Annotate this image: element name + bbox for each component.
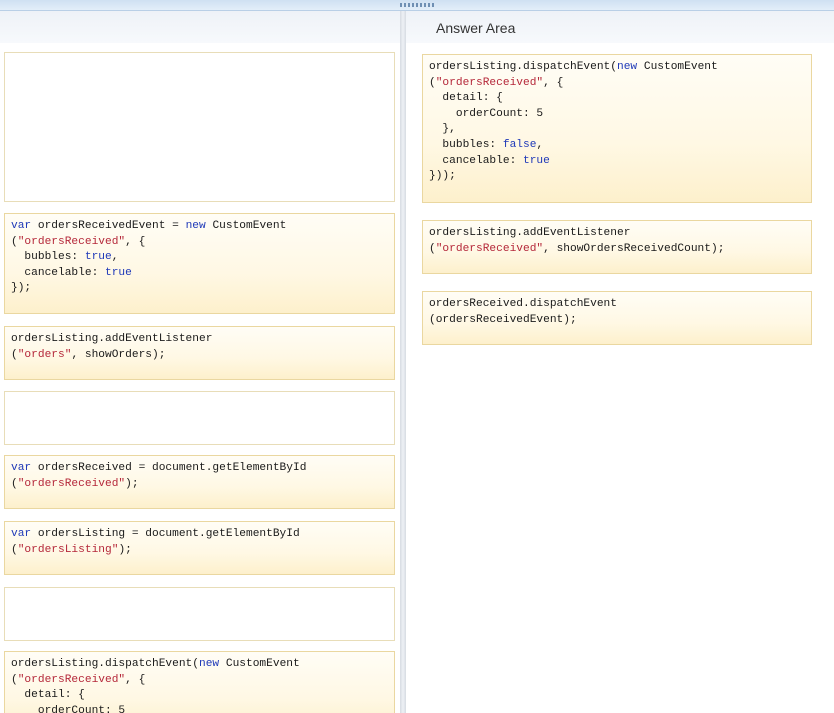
code-token: detail: { xyxy=(429,92,503,105)
code-token: ordersListing.addEventListener xyxy=(11,333,213,345)
empty-source-slot[interactable] xyxy=(4,52,395,202)
code-token: ); xyxy=(118,543,132,556)
answer-area-header: Answer Area xyxy=(406,11,834,43)
code-token: ordersListing.addEventListener xyxy=(429,227,631,239)
answer-block-listen-orders-received[interactable]: ordersListing.addEventListener ("ordersR… xyxy=(422,220,812,274)
resize-grip-icon[interactable] xyxy=(400,3,434,7)
code-string: "orders" xyxy=(17,348,72,361)
code-token: ( xyxy=(11,348,18,361)
code-token: ( xyxy=(11,477,18,490)
code-string: "ordersReceived" xyxy=(435,242,544,255)
empty-source-slot[interactable] xyxy=(4,391,395,445)
source-block-get-orders-received[interactable]: var ordersReceived = document.getElement… xyxy=(4,455,395,509)
code-token: orderCount: 5 xyxy=(429,107,544,120)
source-block-get-orders-listing[interactable]: var ordersListing = document.getElementB… xyxy=(4,521,395,575)
code-keyword: new xyxy=(198,658,220,670)
code-token: bubbles: xyxy=(429,138,503,151)
code-token: ( xyxy=(429,242,436,255)
code-text: var ordersListing = document.getElementB… xyxy=(11,527,388,558)
window-top-bar xyxy=(0,0,834,11)
code-token: cancelable: xyxy=(11,266,105,279)
code-keyword: true xyxy=(84,251,112,264)
code-keyword: true xyxy=(105,266,132,279)
empty-source-slot[interactable] xyxy=(4,587,395,641)
code-text: ordersListing.addEventListener ("ordersR… xyxy=(429,226,805,257)
code-keyword: true xyxy=(523,154,550,167)
answer-area: Answer Area ordersListing.dispatchEvent(… xyxy=(406,11,834,713)
code-string: "ordersListing" xyxy=(17,543,119,556)
source-block-create-event[interactable]: var ordersReceivedEvent = new CustomEven… xyxy=(4,213,395,314)
code-token: , showOrdersReceivedCount); xyxy=(543,242,725,255)
code-keyword: var xyxy=(11,220,32,232)
code-string: "ordersReceived" xyxy=(17,235,126,248)
code-token: }); xyxy=(11,282,32,295)
code-token: CustomEvent xyxy=(219,658,300,670)
code-text: ordersListing.dispatchEvent(new CustomEv… xyxy=(11,657,388,713)
source-block-dispatch-new-event[interactable]: ordersListing.dispatchEvent(new CustomEv… xyxy=(4,651,395,713)
code-token: ordersReceived = document.getElementById xyxy=(31,462,307,474)
code-token: ( xyxy=(429,76,436,89)
answer-block-dispatch-event-var[interactable]: ordersReceived.dispatchEvent (ordersRece… xyxy=(422,291,812,345)
code-keyword: new xyxy=(185,220,206,232)
code-text: ordersListing.dispatchEvent(new CustomEv… xyxy=(429,60,805,185)
code-token: ( xyxy=(11,235,18,248)
code-token: ordersReceived.dispatchEvent xyxy=(429,298,617,310)
code-token: cancelable: xyxy=(429,154,523,167)
code-token: CustomEvent xyxy=(637,61,718,73)
source-block-listen-orders[interactable]: ordersListing.addEventListener ("orders"… xyxy=(4,326,395,380)
code-text: ordersListing.addEventListener ("orders"… xyxy=(11,332,388,363)
code-token: , { xyxy=(125,235,146,248)
code-string: "ordersReceived" xyxy=(17,477,126,490)
code-token: })); xyxy=(429,170,456,183)
source-area-header xyxy=(0,11,400,43)
code-keyword: var xyxy=(11,462,32,474)
answer-area-title: Answer Area xyxy=(436,20,516,36)
code-string: "ordersReceived" xyxy=(17,673,126,686)
code-token: , showOrders); xyxy=(71,348,166,361)
code-token: detail: { xyxy=(11,689,85,702)
code-keyword: new xyxy=(616,61,638,73)
code-token: , { xyxy=(543,76,564,89)
code-token: ordersReceivedEvent = xyxy=(31,220,186,232)
code-token: ); xyxy=(125,477,139,490)
code-token: bubbles: xyxy=(11,251,85,264)
code-token: ( xyxy=(11,543,18,556)
code-token: , xyxy=(536,138,544,151)
code-token: CustomEvent xyxy=(205,220,287,232)
code-token: ordersListing.dispatchEvent( xyxy=(429,61,617,73)
code-keyword: false xyxy=(502,138,537,151)
code-token: ( xyxy=(11,673,18,686)
code-token: ordersListing = document.getElementById xyxy=(31,528,300,540)
code-token: orderCount: 5 xyxy=(11,704,126,713)
code-token: , { xyxy=(125,673,146,686)
code-token: , xyxy=(111,251,119,264)
code-text: var ordersReceived = document.getElement… xyxy=(11,461,388,492)
code-text: ordersReceived.dispatchEvent (ordersRece… xyxy=(429,297,805,328)
source-area: var ordersReceivedEvent = new CustomEven… xyxy=(0,11,400,713)
code-keyword: var xyxy=(11,528,32,540)
code-token: ordersListing.dispatchEvent( xyxy=(11,658,199,670)
code-string: "ordersReceived" xyxy=(435,76,544,89)
code-token: }, xyxy=(429,123,456,136)
answer-block-dispatch-new-event[interactable]: ordersListing.dispatchEvent(new CustomEv… xyxy=(422,54,812,203)
code-token: (ordersReceivedEvent); xyxy=(429,313,577,326)
code-text: var ordersReceivedEvent = new CustomEven… xyxy=(11,219,388,297)
